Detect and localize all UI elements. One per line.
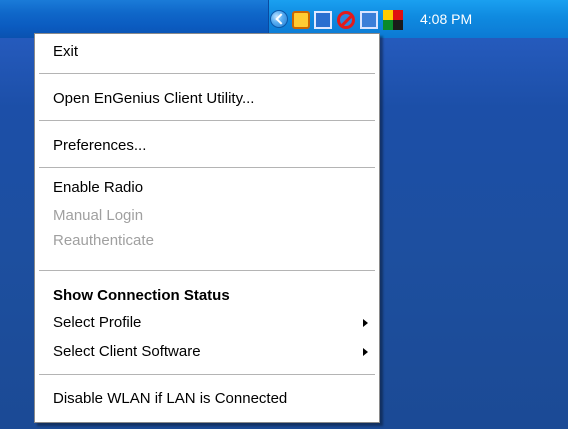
engenius-icon[interactable] — [383, 10, 403, 30]
submenu-arrow-icon — [363, 348, 368, 356]
menu-item-open-utility[interactable]: Open EnGenius Client Utility... — [36, 87, 378, 111]
network-icon[interactable] — [314, 11, 332, 29]
clock-icon[interactable] — [292, 11, 310, 29]
wireless-disabled-icon[interactable] — [337, 11, 355, 29]
computers-icon[interactable] — [360, 11, 378, 29]
menu-separator — [39, 374, 375, 376]
menu-item-select-profile[interactable]: Select Profile — [36, 311, 378, 335]
menu-item-preferences[interactable]: Preferences... — [36, 134, 378, 158]
menu-separator — [39, 270, 375, 272]
menu-separator — [39, 120, 375, 122]
menu-item-disable-wlan[interactable]: Disable WLAN if LAN is Connected — [36, 387, 378, 411]
menu-item-manual-login[interactable]: Manual Login — [36, 204, 378, 228]
menu-separator — [39, 73, 375, 75]
menu-item-reauthenticate[interactable]: Reauthenticate — [36, 229, 378, 253]
menu-item-exit[interactable]: Exit — [36, 40, 378, 64]
show-hidden-icons-chevron-icon[interactable] — [270, 10, 288, 28]
menu-separator — [39, 167, 375, 169]
menu-item-enable-radio[interactable]: Enable Radio — [36, 176, 378, 200]
menu-item-label: Select Client Software — [53, 343, 201, 360]
submenu-arrow-icon — [363, 319, 368, 327]
menu-item-show-connection-status[interactable]: Show Connection Status — [36, 284, 378, 308]
tray-context-menu: Exit Open EnGenius Client Utility... Pre… — [34, 33, 380, 423]
menu-item-label: Select Profile — [53, 314, 142, 331]
tray-clock[interactable]: 4:08 PM — [420, 11, 472, 27]
menu-item-select-client-software[interactable]: Select Client Software — [36, 340, 378, 364]
